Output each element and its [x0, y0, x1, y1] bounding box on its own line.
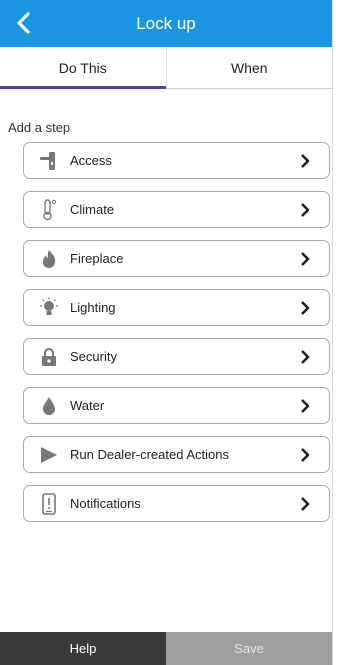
lightbulb-icon [36, 297, 62, 319]
section-label: Add a step [8, 120, 71, 135]
step-list: Access Climate Fireplace Lighting Securi… [23, 142, 330, 534]
step-security[interactable]: Security [23, 338, 330, 375]
chevron-right-icon [295, 251, 315, 266]
chevron-left-icon [17, 12, 30, 34]
step-label: Access [70, 153, 112, 168]
lock-icon [36, 346, 62, 368]
chevron-right-icon [295, 398, 315, 413]
chevron-right-icon [295, 447, 315, 462]
step-water[interactable]: Water [23, 387, 330, 424]
chevron-right-icon [295, 349, 315, 364]
step-label: Run Dealer-created Actions [70, 447, 229, 462]
door-handle-icon [36, 150, 62, 172]
water-drop-icon [36, 395, 62, 417]
step-climate[interactable]: Climate [23, 191, 330, 228]
step-label: Notifications [70, 496, 141, 511]
thermometer-icon [36, 198, 62, 221]
tab-when[interactable]: When [165, 47, 333, 88]
flame-icon [36, 248, 62, 270]
help-button[interactable]: Help [0, 632, 166, 665]
chevron-right-icon [295, 300, 315, 315]
step-fireplace[interactable]: Fireplace [23, 240, 330, 277]
tab-do-this[interactable]: Do This [0, 47, 166, 89]
step-label: Water [70, 398, 105, 413]
back-button[interactable] [10, 10, 36, 36]
step-label: Climate [70, 202, 115, 217]
footer-bar: Help Save [0, 632, 332, 665]
step-access[interactable]: Access [23, 142, 330, 179]
step-notifications[interactable]: Notifications [23, 485, 330, 522]
step-label: Lighting [70, 300, 116, 315]
app-header: Lock up [0, 0, 332, 47]
step-label: Security [70, 349, 117, 364]
step-label: Fireplace [70, 251, 124, 266]
chevron-right-icon [295, 153, 315, 168]
save-button[interactable]: Save [166, 632, 332, 665]
chevron-right-icon [295, 496, 315, 511]
phone-alert-icon [36, 492, 62, 515]
app-screen: Lock up Do This When Add a step Access C… [0, 0, 333, 665]
play-icon [36, 444, 62, 466]
chevron-right-icon [295, 202, 315, 217]
tab-bar: Do This When [0, 47, 332, 89]
step-run-dealer-actions[interactable]: Run Dealer-created Actions [23, 436, 330, 473]
page-title: Lock up [136, 13, 196, 33]
step-lighting[interactable]: Lighting [23, 289, 330, 326]
